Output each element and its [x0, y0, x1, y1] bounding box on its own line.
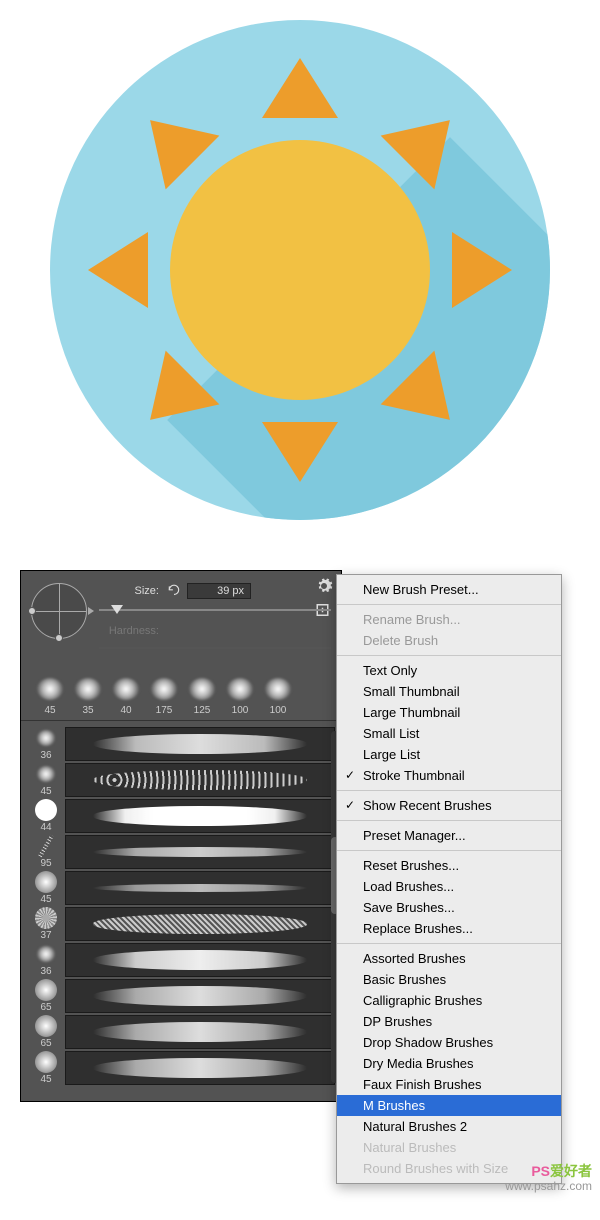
menu-save-brushes[interactable]: Save Brushes... [337, 897, 561, 918]
menu-separator [337, 850, 561, 851]
brush-stroke-row[interactable]: 45 [31, 1051, 335, 1085]
brush-header: Size: 39 px Hardness: [21, 579, 341, 671]
brush-stroke-row[interactable]: 36 [31, 943, 335, 977]
arrow-right-icon [88, 607, 94, 615]
tip-size: 100 [232, 705, 249, 716]
brush-stroke-row[interactable]: 95 [31, 835, 335, 869]
brush-tip[interactable]: 175 [145, 675, 183, 716]
tip-size: 35 [82, 705, 93, 716]
menu-natural-brushes-2[interactable]: Natural Brushes 2 [337, 1116, 561, 1137]
tip-size: 100 [270, 705, 287, 716]
sun-ray [88, 232, 148, 308]
tip-size: 44 [40, 822, 51, 833]
recent-brushes: 45 35 40 175 125 100 100 [21, 671, 341, 721]
menu-show-recent-brushes[interactable]: ✓ Show Recent Brushes [337, 795, 561, 816]
tip-size: 95 [40, 858, 51, 869]
tip-size: 175 [156, 705, 173, 716]
menu-separator [337, 604, 561, 605]
tip-size: 40 [120, 705, 131, 716]
tip-size: 45 [44, 705, 55, 716]
menu-rename-brush: Rename Brush... [337, 609, 561, 630]
menu-natural-brushes[interactable]: Natural Brushes [337, 1137, 561, 1158]
menu-separator [337, 655, 561, 656]
sun-ray [123, 93, 219, 189]
menu-large-list[interactable]: Large List [337, 744, 561, 765]
sun-ray [262, 422, 338, 482]
brush-stroke-list: 36 45 44 95 45 37 36 65 65 45 [21, 721, 341, 1093]
hardness-row: Hardness: [99, 625, 331, 637]
tip-size: 45 [40, 1074, 51, 1085]
brush-flyout-menu: New Brush Preset... Rename Brush... Dele… [336, 574, 562, 1184]
brush-tip[interactable]: 40 [107, 675, 145, 716]
sun-illustration [0, 0, 600, 540]
menu-small-thumbnail[interactable]: Small Thumbnail [337, 681, 561, 702]
tip-size: 37 [40, 930, 51, 941]
menu-large-thumbnail[interactable]: Large Thumbnail [337, 702, 561, 723]
gear-icon[interactable] [315, 577, 333, 595]
menu-delete-brush: Delete Brush [337, 630, 561, 651]
check-icon: ✓ [345, 798, 355, 812]
tip-size: 65 [40, 1002, 51, 1013]
brush-stroke-row[interactable]: 45 [31, 871, 335, 905]
hardness-slider[interactable] [99, 641, 331, 655]
menu-stroke-thumbnail[interactable]: ✓ Stroke Thumbnail [337, 765, 561, 786]
size-row: Size: 39 px [99, 583, 331, 599]
brush-stroke-row[interactable]: 65 [31, 1015, 335, 1049]
menu-m-brushes[interactable]: M Brushes [337, 1095, 561, 1116]
brush-preset-popup: Size: 39 px Hardness: 45 35 40 175 125 1… [20, 570, 342, 1102]
check-icon: ✓ [345, 768, 355, 782]
menu-label: Stroke Thumbnail [363, 768, 465, 783]
menu-calligraphic-brushes[interactable]: Calligraphic Brushes [337, 990, 561, 1011]
brush-tip[interactable]: 35 [69, 675, 107, 716]
tip-size: 45 [40, 894, 51, 905]
brush-stroke-row[interactable]: 37 [31, 907, 335, 941]
brush-angle-picker[interactable] [31, 583, 87, 639]
brush-stroke-row[interactable]: 36 [31, 727, 335, 761]
watermark-brand-b: 爱好者 [550, 1163, 592, 1179]
menu-separator [337, 820, 561, 821]
size-label: Size: [99, 585, 159, 597]
size-value[interactable]: 39 px [187, 583, 251, 599]
menu-reset-brushes[interactable]: Reset Brushes... [337, 855, 561, 876]
brush-tip[interactable]: 100 [259, 675, 297, 716]
menu-preset-manager[interactable]: Preset Manager... [337, 825, 561, 846]
brush-stroke-row[interactable]: 45 [31, 763, 335, 797]
watermark-brand-a: PS [531, 1163, 550, 1179]
sun-ray [452, 232, 512, 308]
brush-tip[interactable]: 100 [221, 675, 259, 716]
menu-basic-brushes[interactable]: Basic Brushes [337, 969, 561, 990]
tip-size: 36 [40, 966, 51, 977]
menu-replace-brushes[interactable]: Replace Brushes... [337, 918, 561, 939]
watermark: PS爱好者 www.psahz.com [505, 1164, 592, 1193]
brush-stroke-row[interactable]: 44 [31, 799, 335, 833]
menu-faux-finish-brushes[interactable]: Faux Finish Brushes [337, 1074, 561, 1095]
sun-core [170, 140, 430, 400]
menu-dp-brushes[interactable]: DP Brushes [337, 1011, 561, 1032]
tip-size: 65 [40, 1038, 51, 1049]
menu-dry-media-brushes[interactable]: Dry Media Brushes [337, 1053, 561, 1074]
menu-separator [337, 790, 561, 791]
watermark-url: www.psahz.com [505, 1180, 592, 1193]
menu-new-brush-preset[interactable]: New Brush Preset... [337, 579, 561, 600]
menu-load-brushes[interactable]: Load Brushes... [337, 876, 561, 897]
sun-ray [262, 58, 338, 118]
sun-bg-circle [50, 20, 550, 520]
tip-size: 125 [194, 705, 211, 716]
menu-assorted-brushes[interactable]: Assorted Brushes [337, 948, 561, 969]
panel-area: Size: 39 px Hardness: 45 35 40 175 125 1… [0, 570, 600, 1220]
hardness-label: Hardness: [99, 625, 159, 637]
brush-tip[interactable]: 45 [31, 675, 69, 716]
tip-size: 36 [40, 750, 51, 761]
reset-size-icon[interactable] [167, 584, 181, 598]
menu-drop-shadow-brushes[interactable]: Drop Shadow Brushes [337, 1032, 561, 1053]
brush-tip[interactable]: 125 [183, 675, 221, 716]
size-slider[interactable] [99, 603, 331, 617]
menu-separator [337, 943, 561, 944]
brush-stroke-row[interactable]: 65 [31, 979, 335, 1013]
tip-size: 45 [40, 786, 51, 797]
menu-text-only[interactable]: Text Only [337, 660, 561, 681]
menu-small-list[interactable]: Small List [337, 723, 561, 744]
menu-label: Show Recent Brushes [363, 798, 492, 813]
